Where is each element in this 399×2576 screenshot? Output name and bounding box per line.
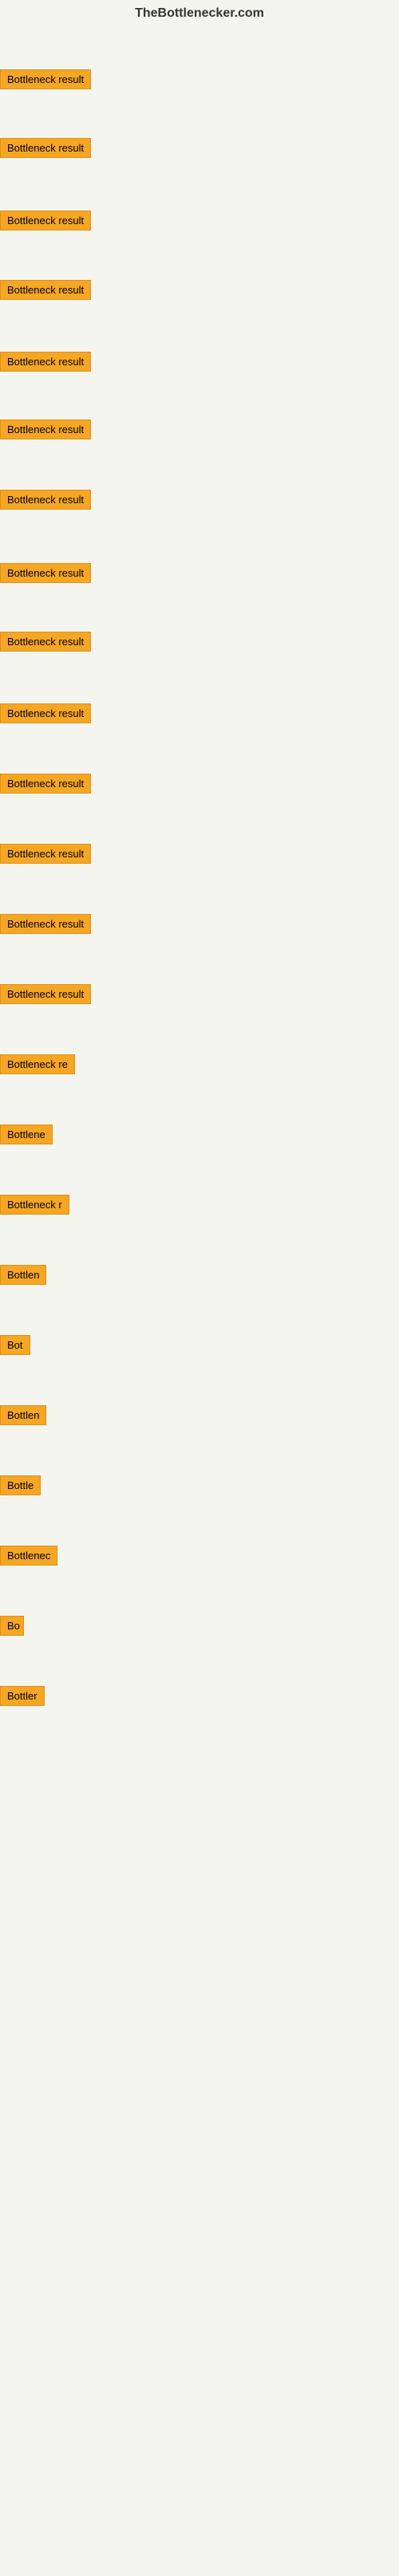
bottleneck-badge-24: Bottler [0,1686,45,1706]
bottleneck-result-item-7[interactable]: Bottleneck result [0,490,91,514]
site-title: TheBottlenecker.com [0,0,399,24]
bottleneck-badge-16: Bottlene [0,1125,53,1144]
bottleneck-badge-22: Bottlenec [0,1546,57,1566]
bottleneck-badge-18: Bottlen [0,1265,46,1285]
bottleneck-result-item-2[interactable]: Bottleneck result [0,138,91,162]
bottleneck-result-item-24[interactable]: Bottler [0,1686,45,1710]
bottleneck-badge-14: Bottleneck result [0,984,91,1004]
bottleneck-badge-2: Bottleneck result [0,138,91,158]
bottleneck-result-item-5[interactable]: Bottleneck result [0,352,91,376]
bottleneck-badge-4: Bottleneck result [0,280,91,300]
bottleneck-badge-5: Bottleneck result [0,352,91,372]
bottleneck-badge-19: Bot [0,1335,30,1355]
bottleneck-badge-13: Bottleneck result [0,914,91,934]
bottleneck-result-item-8[interactable]: Bottleneck result [0,563,91,587]
bottleneck-result-item-4[interactable]: Bottleneck result [0,280,91,304]
bottleneck-result-item-15[interactable]: Bottleneck re [0,1054,75,1078]
bottleneck-result-item-11[interactable]: Bottleneck result [0,774,91,798]
bottleneck-result-item-23[interactable]: Bo [0,1616,24,1640]
bottleneck-badge-23: Bo [0,1616,24,1636]
bottleneck-badge-12: Bottleneck result [0,844,91,864]
bottleneck-result-item-21[interactable]: Bottle [0,1475,41,1499]
bottleneck-result-item-9[interactable]: Bottleneck result [0,632,91,656]
bottleneck-badge-10: Bottleneck result [0,703,91,723]
bottleneck-result-item-17[interactable]: Bottleneck r [0,1195,69,1219]
bottleneck-result-item-12[interactable]: Bottleneck result [0,844,91,868]
bottleneck-badge-6: Bottleneck result [0,419,91,439]
bottleneck-result-item-14[interactable]: Bottleneck result [0,984,91,1008]
bottleneck-badge-11: Bottleneck result [0,774,91,794]
bottleneck-result-item-18[interactable]: Bottlen [0,1265,46,1289]
bottleneck-badge-21: Bottle [0,1475,41,1495]
bottleneck-badge-17: Bottleneck r [0,1195,69,1215]
bottleneck-result-item-1[interactable]: Bottleneck result [0,69,91,93]
bottleneck-badge-8: Bottleneck result [0,563,91,583]
bottleneck-badge-3: Bottleneck result [0,211,91,230]
bottleneck-result-item-6[interactable]: Bottleneck result [0,419,91,443]
bottleneck-badge-9: Bottleneck result [0,632,91,652]
bottleneck-badge-7: Bottleneck result [0,490,91,510]
bottleneck-result-item-13[interactable]: Bottleneck result [0,914,91,938]
bottleneck-result-item-22[interactable]: Bottlenec [0,1546,57,1570]
bottleneck-result-item-3[interactable]: Bottleneck result [0,211,91,234]
bottleneck-badge-20: Bottlen [0,1405,46,1425]
bottleneck-result-item-19[interactable]: Bot [0,1335,30,1359]
bottleneck-result-item-20[interactable]: Bottlen [0,1405,46,1429]
bottleneck-result-item-16[interactable]: Bottlene [0,1125,53,1148]
bottleneck-badge-1: Bottleneck result [0,69,91,89]
bottleneck-badge-15: Bottleneck re [0,1054,75,1074]
bottleneck-result-item-10[interactable]: Bottleneck result [0,703,91,727]
